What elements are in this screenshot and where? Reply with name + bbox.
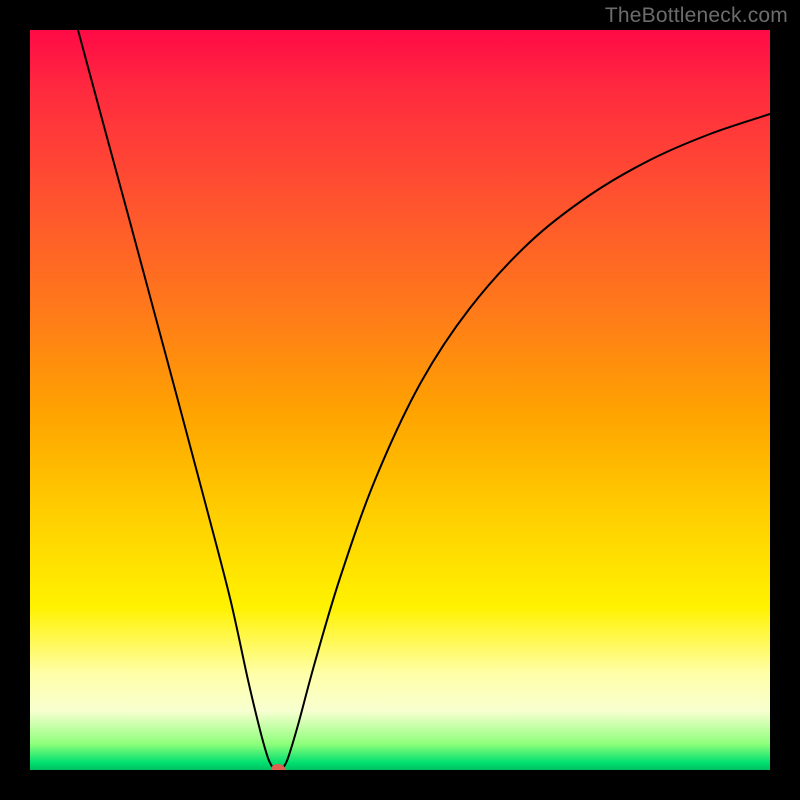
curve-right-branch	[283, 114, 770, 768]
curve-svg	[30, 30, 770, 770]
curve-left-branch	[78, 30, 273, 768]
chart-frame: TheBottleneck.com	[0, 0, 800, 800]
watermark-text: TheBottleneck.com	[605, 4, 788, 28]
minimum-marker	[271, 764, 285, 770]
plot-area	[30, 30, 770, 770]
